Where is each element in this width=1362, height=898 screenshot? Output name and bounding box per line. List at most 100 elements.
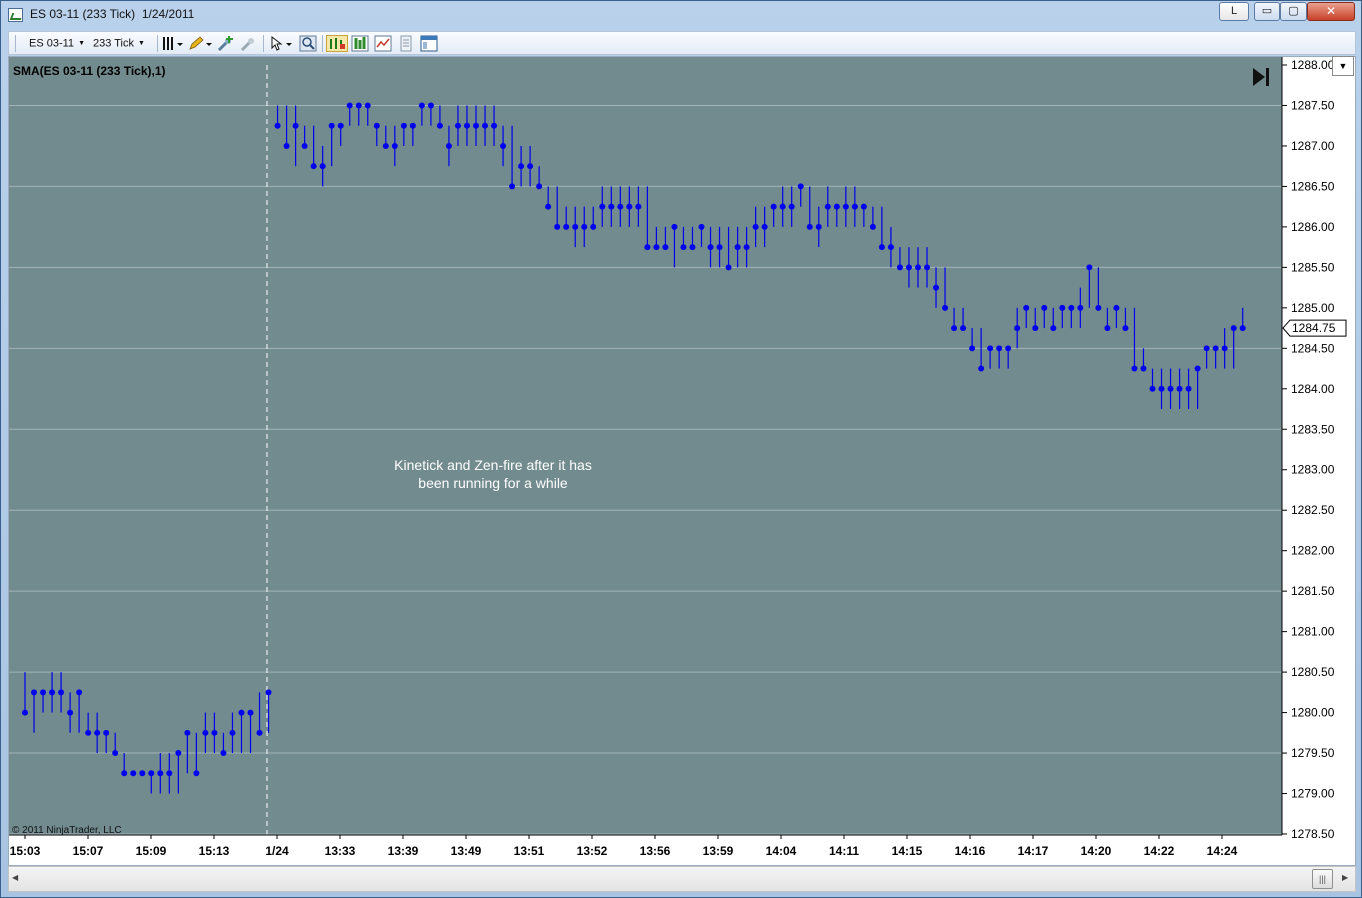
price-point: [914, 264, 921, 271]
y-tick-label: 1280.00: [1291, 706, 1335, 720]
x-tick-label: 13:56: [640, 844, 671, 858]
price-point: [76, 689, 83, 696]
price-point: [454, 122, 461, 129]
price-point: [518, 163, 525, 170]
price-point: [635, 203, 642, 210]
chart-panel[interactable]: 1288.00 1287.50 1287.00 1286.50 1286.00 1285.…: [8, 56, 1356, 866]
properties-icon[interactable]: [374, 35, 392, 52]
y-tick-label: 1281.50: [1291, 584, 1335, 598]
interval-selector[interactable]: 233 Tick ▼: [93, 35, 145, 52]
price-point: [761, 223, 768, 230]
price-point: [1203, 345, 1210, 352]
x-tick-label: 14:17: [1018, 844, 1049, 858]
price-point: [1140, 365, 1147, 372]
price-point: [1221, 345, 1228, 352]
price-point: [933, 284, 940, 291]
maximize-button[interactable]: ▢: [1280, 2, 1307, 21]
price-point: [536, 183, 543, 190]
price-axis[interactable]: 1288.00 1287.50 1287.00 1286.50 1286.00 1285.…: [1282, 58, 1335, 841]
price-point: [211, 729, 218, 736]
price-point: [1014, 325, 1021, 332]
x-tick-label: 14:22: [1144, 844, 1175, 858]
price-point: [1050, 325, 1057, 332]
price-point: [436, 122, 443, 129]
remove-indicator-icon[interactable]: [240, 35, 258, 52]
price-chart[interactable]: 1288.00 1287.50 1287.00 1286.50 1286.00 1285.…: [9, 57, 1355, 865]
x-tick-label: 14:16: [955, 844, 986, 858]
price-point: [166, 770, 173, 777]
y-tick-label: 1284.50: [1291, 341, 1335, 355]
title-bar[interactable]: ES 03-11 (233 Tick) 1/24/2011 L ▭ ▢ ✕: [1, 1, 1361, 29]
price-point: [1041, 304, 1048, 311]
price-point: [752, 223, 759, 230]
price-point: [139, 770, 146, 777]
price-point: [1068, 304, 1075, 311]
y-tick-label: 1284.00: [1291, 382, 1335, 396]
price-point: [1023, 304, 1030, 311]
price-point: [716, 244, 723, 251]
price-point: [869, 223, 876, 230]
price-point: [1230, 325, 1237, 332]
price-point: [563, 223, 570, 230]
price-point: [184, 729, 191, 736]
price-point: [346, 102, 353, 109]
y-tick-label: 1285.00: [1291, 301, 1335, 315]
price-point: [301, 142, 308, 149]
data-box-icon[interactable]: [397, 35, 415, 52]
scroll-thumb[interactable]: |||: [1312, 869, 1333, 889]
price-point: [599, 203, 606, 210]
time-axis[interactable]: 15:03 15:07 15:09 15:13 1/24 13:33 13:39 13:49 1…: [10, 835, 1238, 858]
price-point: [482, 122, 489, 129]
price-point: [238, 709, 245, 716]
y-tick-label: 1279.50: [1291, 746, 1335, 760]
price-point: [427, 102, 434, 109]
bar-type-icon[interactable]: [161, 35, 185, 52]
close-button[interactable]: ✕: [1307, 2, 1355, 21]
copyright-notice: © 2011 NinjaTrader, LLC: [12, 825, 122, 836]
price-point: [815, 223, 822, 230]
instrument-selector[interactable]: ES 03-11 ▼: [29, 35, 85, 52]
price-point: [924, 264, 930, 271]
annotation-text-line1[interactable]: Kinetick and Zen-fire after it has: [394, 457, 592, 473]
horizontal-scrollbar[interactable]: ◀ ||| ▶: [8, 866, 1356, 892]
chart-style-icon[interactable]: [351, 35, 369, 52]
price-point: [400, 122, 407, 129]
price-point: [698, 223, 705, 230]
price-point: [220, 750, 227, 757]
price-point: [1167, 385, 1174, 392]
y-tick-label: 1287.50: [1291, 98, 1335, 112]
scroll-right-arrow-icon[interactable]: ▶: [1342, 873, 1348, 882]
cursor-icon[interactable]: [268, 35, 294, 52]
strategy-icon[interactable]: [326, 35, 348, 52]
zoom-icon[interactable]: [299, 35, 317, 52]
price-point: [969, 345, 976, 352]
price-point: [355, 102, 362, 109]
price-point: [491, 122, 498, 129]
panel-icon[interactable]: [420, 35, 438, 52]
link-button[interactable]: L: [1219, 2, 1249, 21]
price-point: [1149, 385, 1156, 392]
annotation-text-line2[interactable]: been running for a while: [418, 475, 568, 491]
price-point: [175, 750, 182, 757]
minimize-button[interactable]: ▭: [1254, 2, 1280, 21]
price-point: [229, 729, 236, 736]
price-point: [680, 244, 687, 251]
y-tick-label: 1279.00: [1291, 787, 1335, 801]
x-tick-label: 13:59: [703, 844, 734, 858]
price-point: [157, 770, 164, 777]
add-indicator-icon[interactable]: [217, 35, 235, 52]
y-tick-label: 1278.50: [1291, 827, 1335, 841]
instrument-label: ES 03-11: [29, 37, 75, 50]
price-point: [391, 142, 398, 149]
scroll-left-arrow-icon[interactable]: ◀: [12, 873, 18, 882]
y-tick-label: 1286.00: [1291, 220, 1335, 234]
price-point: [292, 122, 299, 129]
pencil-draw-icon[interactable]: [187, 35, 213, 52]
price-point: [319, 163, 326, 170]
chart-app-icon: [8, 8, 23, 22]
price-point: [22, 709, 28, 716]
panel-dropdown-button[interactable]: ▼: [1332, 56, 1354, 76]
price-point: [112, 750, 119, 757]
price-point: [770, 203, 777, 210]
toolbar-separator: [157, 35, 158, 52]
